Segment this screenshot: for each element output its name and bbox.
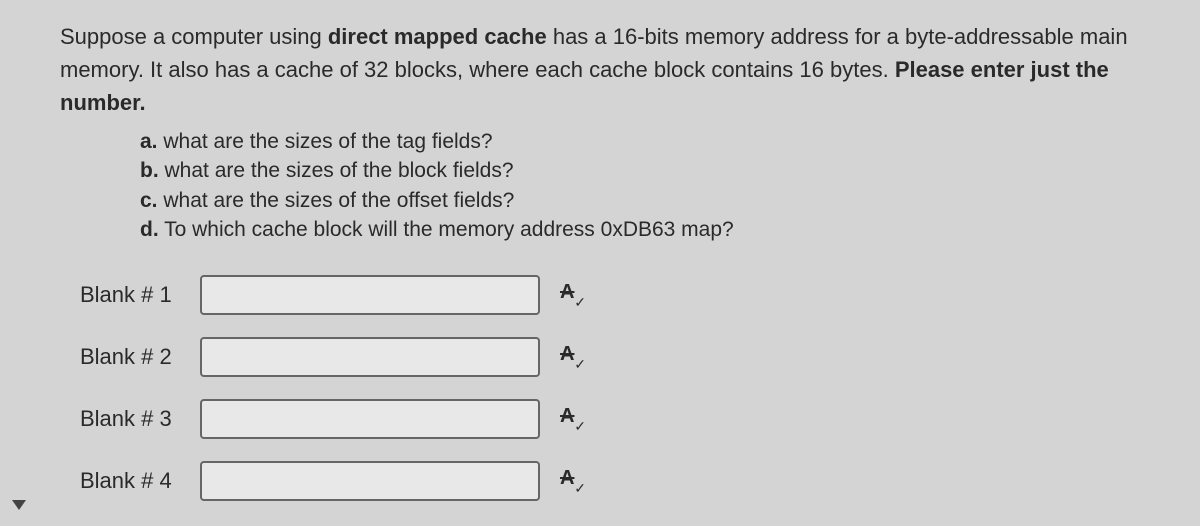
sub-questions: a. what are the sizes of the tag fields?…: [60, 127, 1170, 245]
blank-3-input[interactable]: [200, 399, 540, 439]
question-text: Suppose a computer using direct mapped c…: [60, 20, 1170, 119]
sub-letter-c: c.: [140, 189, 158, 212]
spellcheck-icon[interactable]: [560, 345, 584, 369]
blank-4-label: Blank # 4: [80, 468, 200, 494]
sub-letter-a: a.: [140, 130, 158, 153]
sub-text-a: what are the sizes of the tag fields?: [158, 130, 493, 153]
blank-3-label: Blank # 3: [80, 406, 200, 432]
spellcheck-icon[interactable]: [560, 283, 584, 307]
sub-text-c: what are the sizes of the offset fields?: [158, 189, 515, 212]
sub-text-b: what are the sizes of the block fields?: [159, 159, 514, 182]
sub-question-a: a. what are the sizes of the tag fields?: [140, 127, 1170, 156]
blank-2-label: Blank # 2: [80, 344, 200, 370]
blank-4-input[interactable]: [200, 461, 540, 501]
sub-question-d: d. To which cache block will the memory …: [140, 215, 1170, 244]
question-intro-part1: Suppose a computer using: [60, 24, 328, 49]
sub-text-d: To which cache block will the memory add…: [159, 218, 734, 241]
spellcheck-icon[interactable]: [560, 407, 584, 431]
question-intro-bold1: direct mapped cache: [328, 24, 547, 49]
sub-question-b: b. what are the sizes of the block field…: [140, 156, 1170, 185]
blank-row-2: Blank # 2: [80, 337, 1170, 377]
sub-letter-b: b.: [140, 159, 159, 182]
blank-row-1: Blank # 1: [80, 275, 1170, 315]
blanks-container: Blank # 1 Blank # 2 Blank # 3 Blank # 4: [60, 275, 1170, 501]
sub-letter-d: d.: [140, 218, 159, 241]
blank-2-input[interactable]: [200, 337, 540, 377]
spellcheck-icon[interactable]: [560, 469, 584, 493]
blank-1-label: Blank # 1: [80, 282, 200, 308]
sub-question-c: c. what are the sizes of the offset fiel…: [140, 186, 1170, 215]
blank-row-4: Blank # 4: [80, 461, 1170, 501]
blank-row-3: Blank # 3: [80, 399, 1170, 439]
blank-1-input[interactable]: [200, 275, 540, 315]
scroll-down-icon[interactable]: [12, 500, 26, 510]
